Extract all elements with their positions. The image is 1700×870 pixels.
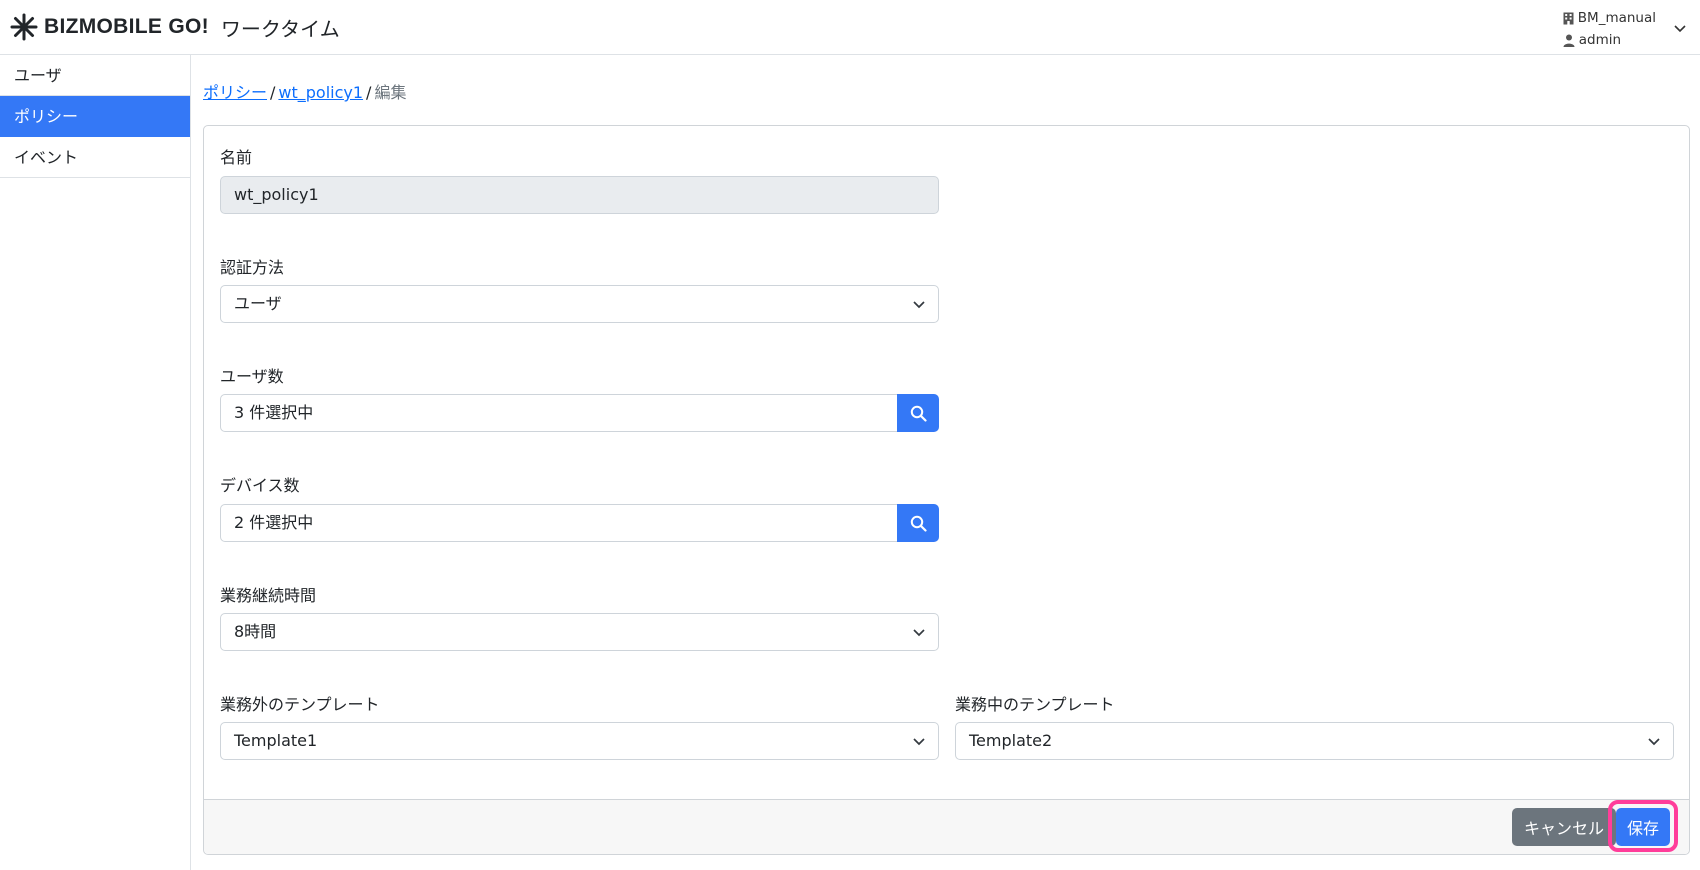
chevron-down-icon[interactable] [1672, 20, 1688, 36]
auth-method-select[interactable]: ユーザ [220, 285, 939, 323]
user-search-button[interactable] [897, 394, 939, 432]
breadcrumb-separator: / [270, 83, 276, 102]
work-hours-template-label: 業務中のテンプレート [955, 695, 1115, 714]
app-logo[interactable]: BIZMOBILE GO! ワークタイム [10, 12, 340, 42]
user-count-label: ユーザ数 [220, 367, 284, 386]
sidebar-item-events[interactable]: イベント [0, 137, 190, 178]
organization-name: BM_manual [1577, 10, 1656, 26]
building-icon [1563, 12, 1574, 25]
search-icon [910, 405, 927, 422]
device-count-field[interactable]: 2 件選択中 [220, 504, 898, 542]
name-label: 名前 [220, 148, 253, 167]
sidebar: ユーザ ポリシー イベント [0, 55, 191, 870]
brand-name: BIZMOBILE GO! [44, 15, 209, 38]
device-search-button[interactable] [897, 504, 939, 542]
sidebar-item-policies[interactable]: ポリシー [0, 96, 190, 137]
breadcrumb-separator: / [366, 83, 372, 102]
sidebar-item-users[interactable]: ユーザ [0, 55, 190, 96]
auth-method-value: ユーザ [234, 294, 282, 313]
breadcrumb-link-policies[interactable]: ポリシー [203, 83, 267, 102]
app-header: BIZMOBILE GO! ワークタイム BM_manual admin [0, 0, 1700, 55]
user-count-field[interactable]: 3 件選択中 [220, 394, 898, 432]
cancel-button[interactable]: キャンセル [1512, 808, 1616, 846]
name-field: wt_policy1 [220, 176, 939, 214]
search-icon [910, 515, 927, 532]
off-hours-template-value: Template1 [234, 731, 318, 750]
device-count-label: デバイス数 [220, 476, 300, 495]
breadcrumb-current: 編集 [374, 83, 407, 102]
chevron-down-icon [1648, 738, 1660, 746]
off-hours-template-select[interactable]: Template1 [220, 722, 939, 760]
work-duration-select[interactable]: 8時間 [220, 613, 939, 651]
work-hours-template-value: Template2 [969, 731, 1053, 750]
work-hours-template-select[interactable]: Template2 [955, 722, 1674, 760]
user-icon [1563, 34, 1575, 47]
auth-method-label: 認証方法 [220, 258, 285, 277]
asterisk-logo-icon [10, 13, 38, 41]
policy-edit-card: 名前 wt_policy1 認証方法 ユーザ ユーザ数 3 件選択中 デバイス数… [203, 125, 1690, 855]
chevron-down-icon [913, 738, 925, 746]
work-duration-label: 業務継続時間 [220, 586, 317, 605]
chevron-down-icon [913, 301, 925, 309]
breadcrumb-link-policy[interactable]: wt_policy1 [278, 83, 363, 102]
work-duration-value: 8時間 [234, 622, 277, 641]
chevron-down-icon [913, 629, 925, 637]
user-name: admin [1578, 32, 1622, 48]
app-name: ワークタイム [220, 16, 340, 41]
save-button-highlight [1608, 800, 1678, 852]
breadcrumb: ポリシー / wt_policy1/編集 [203, 79, 406, 103]
account-info[interactable]: BM_manual admin [1563, 7, 1656, 51]
card-footer: キャンセル 保存 [204, 799, 1689, 854]
off-hours-template-label: 業務外のテンプレート [220, 695, 380, 714]
